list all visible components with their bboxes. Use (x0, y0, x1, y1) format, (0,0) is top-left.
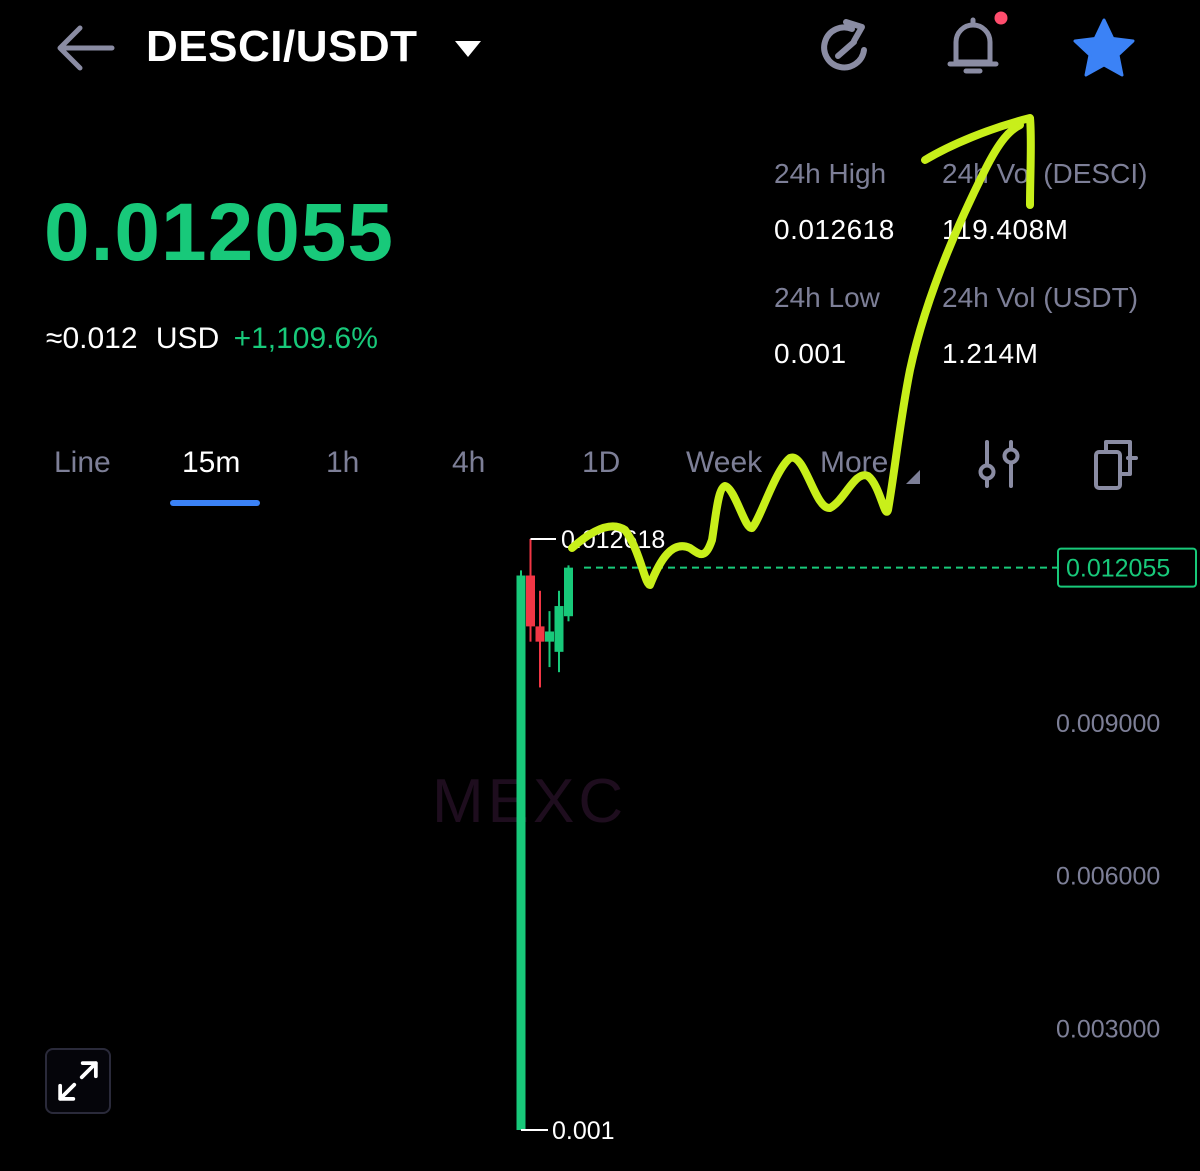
tab-line[interactable]: Line (54, 446, 111, 480)
stat-24h-vol-base-value: 119.408M (942, 214, 1069, 245)
stat-24h-low-value: 0.001 (774, 338, 847, 369)
tab-1d[interactable]: 1D (582, 446, 620, 480)
candle-body (545, 631, 554, 642)
active-tab-indicator (170, 500, 260, 506)
last-price: 0.012055 (44, 187, 395, 278)
tab-week[interactable]: Week (686, 446, 762, 480)
high-marker-text: 0.012618 (561, 526, 665, 554)
stat-24h-vol-quote-value: 1.214M (942, 338, 1039, 369)
stat-24h-vol-quote-label: 24h Vol (USDT) (942, 282, 1139, 313)
candle-body (554, 606, 564, 652)
candle-body (516, 575, 526, 1130)
y-axis-label: 0.006000 (1056, 863, 1160, 891)
candle-body (564, 567, 573, 617)
tab-4h[interactable]: 4h (452, 446, 485, 480)
candle-body (535, 626, 545, 642)
last-price-tag-text: 0.012055 (1066, 555, 1170, 583)
indicator-settings-icon[interactable] (976, 438, 1022, 490)
stat-24h-high-label: 24h High (774, 158, 887, 189)
corner-caret-icon (906, 470, 920, 484)
refresh-icon[interactable] (812, 14, 876, 82)
stat-24h-high-value: 0.012618 (774, 214, 895, 245)
bell-icon[interactable] (938, 10, 1008, 80)
approx-usd-unit: USD (155, 322, 220, 355)
caret-down-icon[interactable] (452, 38, 484, 60)
y-axis-label: 0.003000 (1056, 1015, 1160, 1043)
y-axis-label: 0.009000 (1056, 710, 1160, 738)
watermark-text: MEXC (432, 767, 627, 836)
low-marker-text: 0.001 (552, 1117, 615, 1145)
stat-24h-vol-base-label: 24h Vol (DESCI) (942, 158, 1148, 189)
price-change-percent: +1,109.6% (233, 322, 378, 355)
pair-title[interactable]: DESCI/USDT (146, 22, 417, 72)
tab-15m[interactable]: 15m (182, 446, 240, 480)
tab-1h[interactable]: 1h (326, 446, 359, 480)
tab-more[interactable]: More (820, 446, 888, 480)
approx-usd-value: ≈0.012 (46, 322, 138, 355)
alert-dot-icon (994, 11, 1008, 25)
stat-24h-low-label: 24h Low (774, 282, 880, 313)
back-arrow-icon[interactable] (50, 20, 120, 76)
star-icon[interactable] (1068, 14, 1140, 82)
candle-body (526, 575, 535, 627)
copy-layout-icon[interactable] (1090, 436, 1140, 492)
candlestick-chart[interactable]: MEXC 0.012055 0.012618 0.001 0.009000 0.… (0, 510, 1200, 1171)
price-approx-row: ≈0.012 USD +1,109.6% (46, 322, 378, 356)
fullscreen-icon[interactable] (45, 1048, 111, 1114)
